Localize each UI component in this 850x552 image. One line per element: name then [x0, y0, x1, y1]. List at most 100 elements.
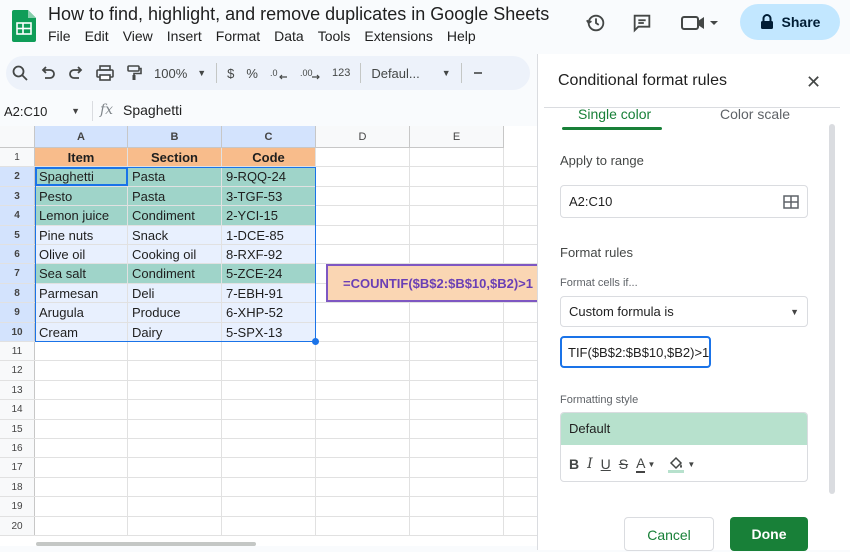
- data-cell-code[interactable]: 2-YCI-15: [222, 206, 316, 225]
- cell[interactable]: [128, 497, 222, 516]
- row-header[interactable]: 17: [0, 458, 35, 477]
- cell[interactable]: [316, 458, 410, 477]
- row-header[interactable]: 13: [0, 380, 35, 400]
- number-format-button[interactable]: 123: [326, 59, 356, 87]
- column-header-e[interactable]: E: [410, 126, 504, 148]
- data-cell-code[interactable]: 7-EBH-91: [222, 283, 316, 303]
- menu-help[interactable]: Help: [447, 28, 476, 44]
- data-cell-section[interactable]: Snack: [128, 225, 222, 244]
- data-cell-item[interactable]: Spaghetti: [35, 167, 128, 186]
- row-header[interactable]: 4: [0, 206, 35, 225]
- strikethrough-button[interactable]: S: [619, 456, 628, 472]
- redo-icon[interactable]: [62, 59, 90, 87]
- percent-format-button[interactable]: %: [240, 59, 264, 87]
- row-header[interactable]: 2: [0, 167, 35, 186]
- cell[interactable]: [35, 400, 128, 419]
- version-history-icon[interactable]: [581, 8, 611, 38]
- row-header[interactable]: 6: [0, 245, 35, 264]
- cell[interactable]: [222, 361, 316, 380]
- cell[interactable]: [222, 458, 316, 477]
- data-cell-code[interactable]: 3-TGF-53: [222, 186, 316, 206]
- column-header-c[interactable]: C: [222, 126, 316, 148]
- font-select[interactable]: Defaul... ▼: [365, 59, 456, 87]
- horizontal-scrollbar[interactable]: [36, 542, 256, 546]
- font-size-decrease-icon[interactable]: [466, 59, 490, 87]
- bold-button[interactable]: B: [569, 456, 579, 472]
- search-menus-icon[interactable]: [6, 59, 34, 87]
- cell[interactable]: [410, 322, 504, 341]
- data-cell-item[interactable]: Arugula: [35, 303, 128, 322]
- cell[interactable]: [410, 342, 504, 361]
- cell[interactable]: [128, 439, 222, 458]
- range-input[interactable]: A2:C10: [560, 185, 808, 218]
- header-cell[interactable]: Code: [222, 148, 316, 167]
- data-cell-code[interactable]: 6-XHP-52: [222, 303, 316, 322]
- close-icon[interactable]: ✕: [806, 72, 821, 93]
- cell[interactable]: [410, 167, 504, 186]
- cell[interactable]: [35, 361, 128, 380]
- menu-edit[interactable]: Edit: [85, 28, 109, 44]
- cell[interactable]: [128, 400, 222, 419]
- data-cell-code[interactable]: 5-ZCE-24: [222, 264, 316, 283]
- italic-button[interactable]: I: [587, 456, 593, 472]
- chevron-down-icon[interactable]: ▼: [647, 460, 655, 469]
- cell[interactable]: [410, 419, 504, 438]
- cell[interactable]: [316, 439, 410, 458]
- select-all-corner[interactable]: [0, 126, 35, 148]
- data-cell-item[interactable]: Sea salt: [35, 264, 128, 283]
- cell[interactable]: [316, 206, 410, 225]
- cell[interactable]: [222, 380, 316, 400]
- data-cell-code[interactable]: 5-SPX-13: [222, 322, 316, 341]
- row-header[interactable]: 1: [0, 148, 35, 167]
- undo-icon[interactable]: [34, 59, 62, 87]
- cell[interactable]: [410, 225, 504, 244]
- row-header[interactable]: 20: [0, 516, 35, 535]
- row-header[interactable]: 16: [0, 439, 35, 458]
- paint-format-icon[interactable]: [120, 59, 148, 87]
- print-icon[interactable]: [90, 59, 120, 87]
- cell[interactable]: [316, 477, 410, 497]
- share-button[interactable]: Share: [740, 4, 840, 40]
- zoom-select[interactable]: 100% ▼: [148, 59, 212, 87]
- cell[interactable]: [410, 516, 504, 535]
- fill-color-icon[interactable]: [667, 455, 685, 473]
- cell[interactable]: [410, 206, 504, 225]
- menu-extensions[interactable]: Extensions: [364, 28, 432, 44]
- cancel-button[interactable]: Cancel: [624, 517, 714, 551]
- row-header[interactable]: 10: [0, 322, 35, 341]
- data-cell-code[interactable]: 9-RQQ-24: [222, 167, 316, 186]
- cell[interactable]: [410, 400, 504, 419]
- cell[interactable]: [222, 497, 316, 516]
- column-header-a[interactable]: A: [35, 126, 128, 148]
- data-cell-item[interactable]: Pesto: [35, 186, 128, 206]
- condition-select[interactable]: Custom formula is ▼: [560, 296, 808, 327]
- row-header[interactable]: 5: [0, 225, 35, 244]
- cell[interactable]: [35, 458, 128, 477]
- cell[interactable]: [410, 477, 504, 497]
- row-header[interactable]: 11: [0, 342, 35, 361]
- menu-tools[interactable]: Tools: [318, 28, 351, 44]
- data-cell-code[interactable]: 1-DCE-85: [222, 225, 316, 244]
- cell[interactable]: [35, 342, 128, 361]
- data-cell-section[interactable]: Deli: [128, 283, 222, 303]
- fill-handle[interactable]: [312, 338, 319, 345]
- row-header[interactable]: 3: [0, 186, 35, 206]
- row-header[interactable]: 7: [0, 264, 35, 283]
- data-cell-item[interactable]: Cream: [35, 322, 128, 341]
- cell[interactable]: [316, 245, 410, 264]
- row-header[interactable]: 15: [0, 419, 35, 438]
- cell[interactable]: [128, 477, 222, 497]
- cell[interactable]: [316, 225, 410, 244]
- cell[interactable]: [35, 439, 128, 458]
- cell[interactable]: [316, 342, 410, 361]
- formula-input[interactable]: Spaghetti: [123, 102, 182, 118]
- data-cell-section[interactable]: Produce: [128, 303, 222, 322]
- spreadsheet-grid[interactable]: A B C D E 1 Item Section Code 2 Spaghetti Pasta 9-RQ…: [0, 126, 537, 546]
- cell[interactable]: [410, 148, 504, 167]
- cell[interactable]: [410, 245, 504, 264]
- cell[interactable]: [35, 419, 128, 438]
- menu-format[interactable]: Format: [216, 28, 260, 44]
- column-header-b[interactable]: B: [128, 126, 222, 148]
- chevron-down-icon[interactable]: ▼: [687, 460, 695, 469]
- cell[interactable]: [316, 497, 410, 516]
